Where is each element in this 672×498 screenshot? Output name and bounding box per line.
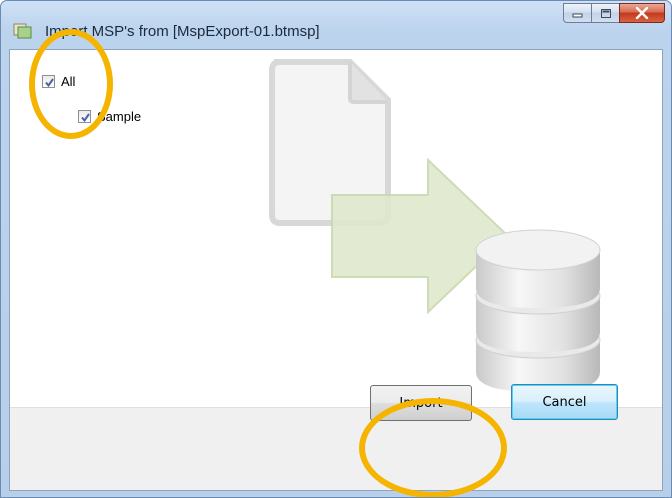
- app-icon: [13, 21, 33, 39]
- close-icon: [635, 7, 649, 19]
- close-button[interactable]: [619, 3, 665, 23]
- tree-item-label: Sample: [97, 109, 142, 124]
- checkmark-icon: [81, 113, 90, 123]
- import-msp-dialog: Import MSP's from [MspExport-01.btmsp] A…: [0, 0, 672, 498]
- title-bar[interactable]: Import MSP's from [MspExport-01.btmsp]: [1, 1, 671, 49]
- tree-item-label: All: [61, 74, 76, 89]
- checkbox-all[interactable]: [42, 75, 55, 88]
- checkbox-sample[interactable]: [78, 110, 91, 123]
- database-icon: [475, 229, 601, 392]
- window-title: Import MSP's from [MspExport-01.btmsp]: [45, 23, 320, 40]
- cancel-button[interactable]: Cancel: [511, 384, 618, 420]
- dialog-client-area: All Sample: [9, 49, 663, 491]
- import-illustration: [269, 59, 601, 392]
- import-button[interactable]: Import: [370, 385, 472, 421]
- caption-buttons: [563, 3, 665, 25]
- maximize-icon: [600, 8, 611, 18]
- tree-item-all[interactable]: All: [42, 74, 75, 89]
- checkmark-icon: [45, 78, 54, 88]
- minimize-icon: [572, 13, 582, 18]
- tree-item-sample[interactable]: Sample: [78, 109, 141, 124]
- minimize-button[interactable]: [563, 3, 591, 23]
- maximize-button[interactable]: [591, 3, 619, 23]
